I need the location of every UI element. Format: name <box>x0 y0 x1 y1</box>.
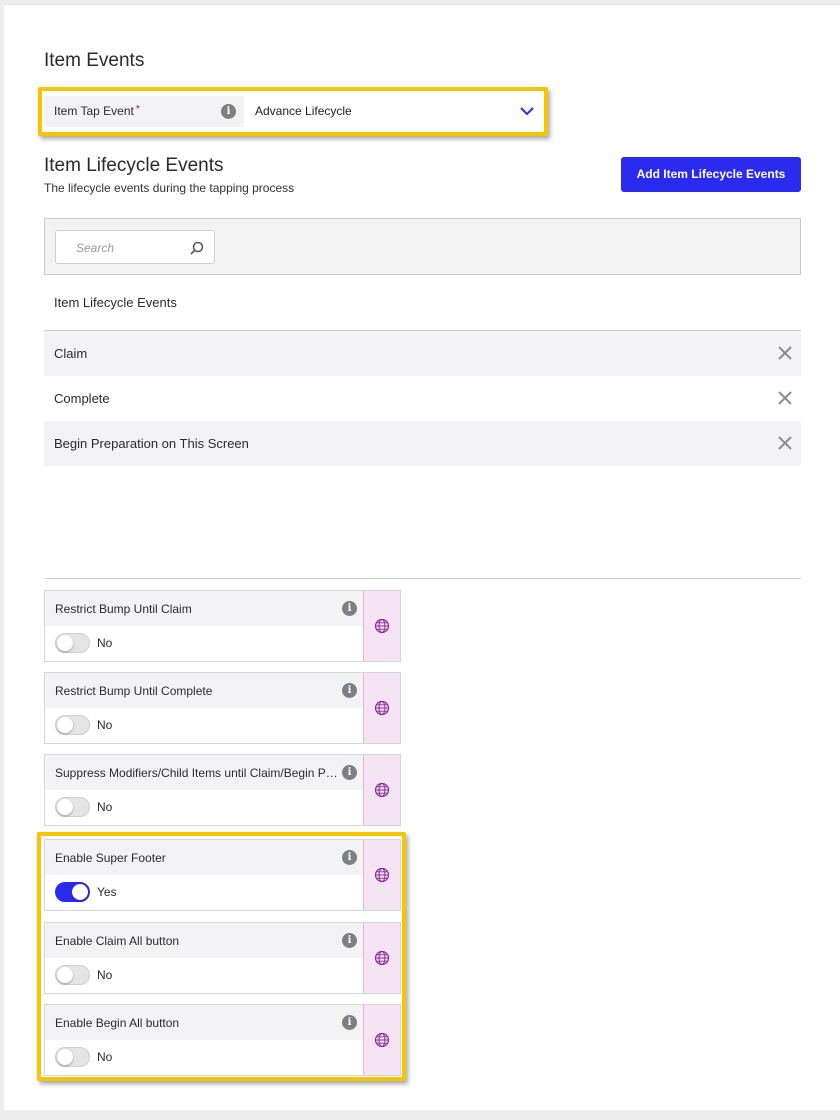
setting-toggle[interactable] <box>55 715 90 735</box>
setting-toggle[interactable] <box>55 633 90 653</box>
search-bar: Search <box>44 218 801 275</box>
globe-icon <box>374 782 390 798</box>
toggle-knob <box>57 717 73 733</box>
info-icon[interactable]: i <box>342 683 357 698</box>
toggle-knob <box>57 799 73 815</box>
lifecycle-row-label: Claim <box>54 346 88 361</box>
toggle-state-text: No <box>97 718 113 732</box>
lifecycle-list-header: Item Lifecycle Events <box>44 276 801 331</box>
globe-icon <box>374 618 390 634</box>
info-icon[interactable]: i <box>342 601 357 616</box>
toggle-state-text: No <box>97 800 113 814</box>
toggle-state-text: No <box>97 636 113 650</box>
lifecycle-row[interactable]: Claim <box>44 331 801 376</box>
tap-event-highlight <box>38 87 548 136</box>
localize-button[interactable] <box>363 755 400 825</box>
lifecycle-row[interactable]: Begin Preparation on This Screen <box>44 421 801 466</box>
setting-label: Restrict Bump Until Claim <box>55 602 192 616</box>
lifecycle-subtitle: The lifecycle events during the tapping … <box>44 181 295 195</box>
lifecycle-row-label: Begin Preparation on This Screen <box>54 436 249 451</box>
footer-settings-highlight <box>37 832 406 1081</box>
lifecycle-row[interactable]: Complete <box>44 376 801 421</box>
close-icon[interactable] <box>777 345 793 361</box>
setting-label-cell: Restrict Bump Until Claim <box>45 591 364 626</box>
setting-label-cell: Restrict Bump Until Complete <box>45 673 364 708</box>
search-icon[interactable] <box>190 241 204 255</box>
setting-card: Suppress Modifiers/Child Items until Cla… <box>44 754 401 826</box>
section-divider <box>44 578 801 579</box>
globe-icon <box>374 700 390 716</box>
search-placeholder: Search <box>76 241 115 255</box>
setting-card: Restrict Bump Until Complete i No <box>44 672 401 744</box>
toggle-knob <box>57 635 73 651</box>
setting-label: Suppress Modifiers/Child Items until Cla… <box>55 766 339 780</box>
lifecycle-row-label: Complete <box>54 391 110 406</box>
info-icon[interactable]: i <box>342 765 357 780</box>
search-input[interactable]: Search <box>55 230 215 264</box>
setting-label-cell: Suppress Modifiers/Child Items until Cla… <box>45 755 364 790</box>
item-events-title: Item Events <box>44 50 145 71</box>
localize-button[interactable] <box>363 591 400 661</box>
setting-toggle[interactable] <box>55 797 90 817</box>
close-icon[interactable] <box>777 390 793 406</box>
add-lifecycle-events-button[interactable]: Add Item Lifecycle Events <box>621 157 801 192</box>
close-icon[interactable] <box>777 435 793 451</box>
setting-label: Restrict Bump Until Complete <box>55 684 213 698</box>
localize-button[interactable] <box>363 673 400 743</box>
setting-card: Restrict Bump Until Claim i No <box>44 590 401 662</box>
lifecycle-title: Item Lifecycle Events <box>44 155 224 176</box>
